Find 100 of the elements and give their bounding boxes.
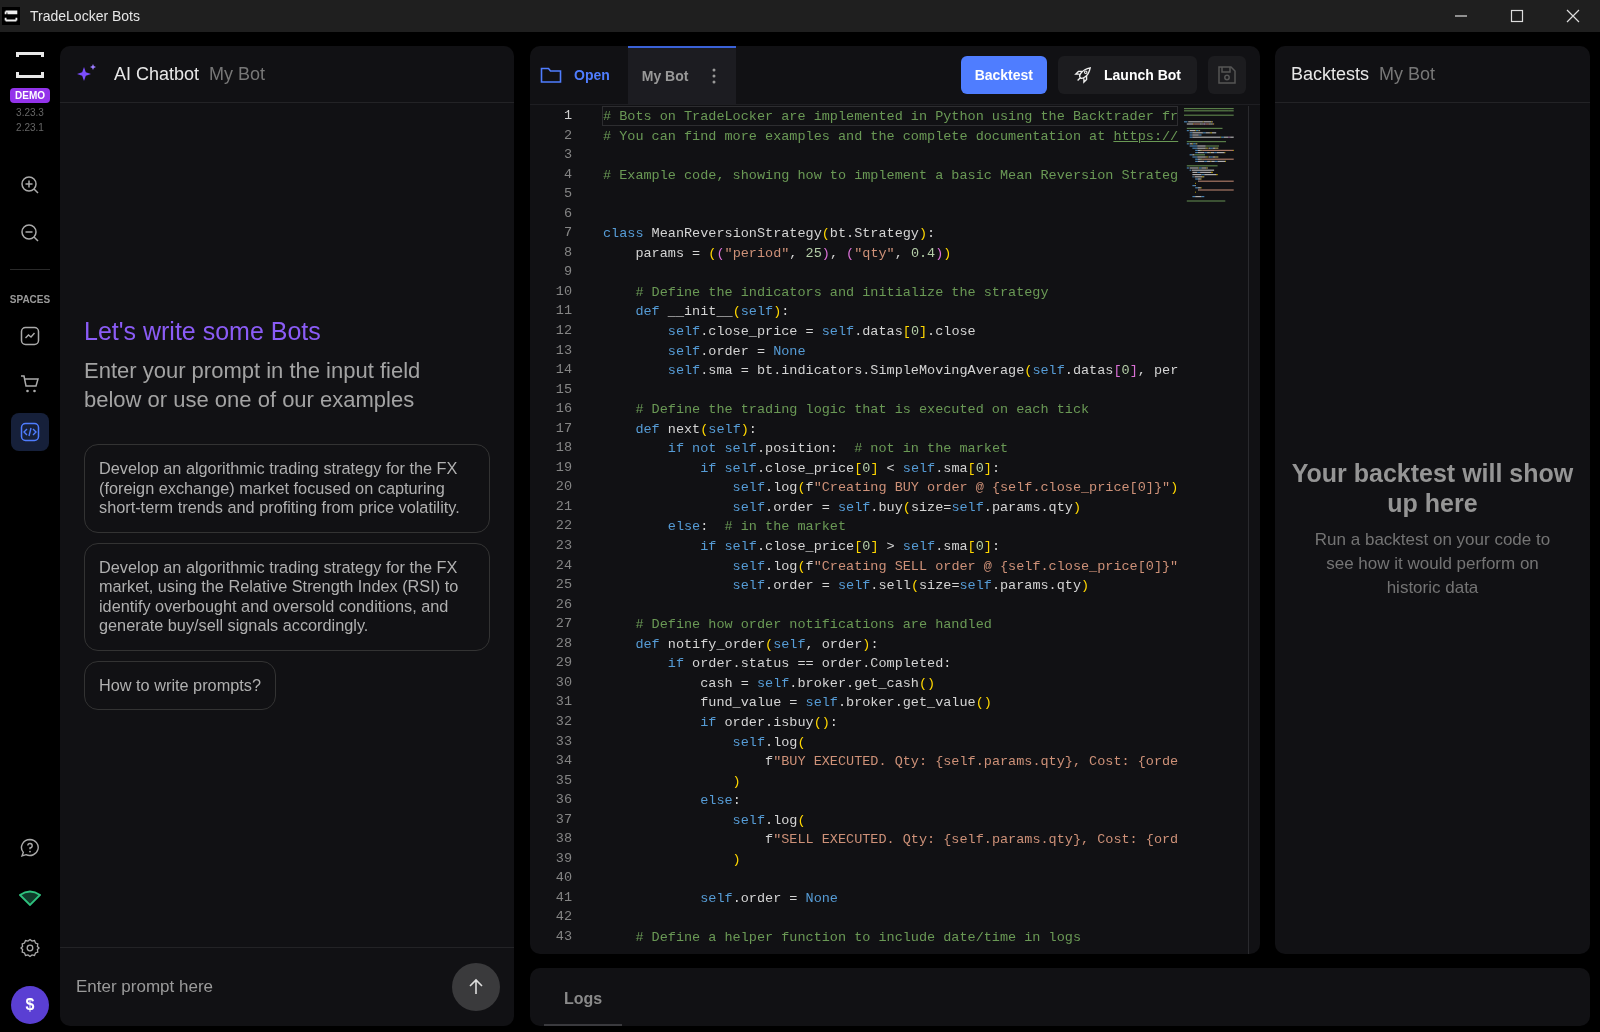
open-tab[interactable]: Open: [530, 46, 628, 104]
example-prompt[interactable]: How to write prompts?: [84, 660, 276, 710]
line-number: 31: [555, 693, 572, 712]
panel-subtitle: My Bot: [209, 63, 266, 85]
code-line: # Define the trading logic that is executed on each tick: [634, 401, 1090, 420]
code-line: def notify_order(self, order):: [634, 635, 879, 654]
code-line: if self.close_price[0] > self.sma[0]:: [699, 538, 1001, 557]
chart-icon: [20, 326, 40, 346]
code-line: fund_value = self.broker.get_value(): [699, 694, 992, 713]
line-number: 39: [555, 849, 572, 868]
line-number: 28: [555, 634, 572, 653]
code-line: self.log(: [731, 811, 806, 830]
line-number: 29: [555, 654, 572, 673]
diamond-icon[interactable]: [19, 890, 41, 906]
logo-icon: [15, 50, 45, 80]
line-number: 14: [555, 361, 572, 380]
code-line: else:: [699, 792, 741, 811]
section-label: SPACES: [9, 294, 51, 305]
code-line: f"SELL EXECUTED. Qty: {self.params.qty}, Cost: {ord: [764, 831, 1179, 850]
line-number: 25: [555, 576, 572, 595]
line-number: 24: [555, 556, 572, 575]
code-line: self.order = None: [699, 889, 838, 908]
line-number: 37: [555, 810, 572, 829]
code-line: self.log(: [731, 733, 806, 752]
code-line: ): [731, 772, 741, 791]
code-line: # Define how order notifications are handled: [634, 616, 992, 635]
help-icon[interactable]: [20, 838, 40, 858]
code-line: else: # in the market: [666, 518, 847, 537]
line-number: 17: [555, 419, 572, 438]
line-number: 40: [555, 869, 572, 888]
maximize-icon[interactable]: [1510, 9, 1524, 23]
demo-badge: DEMO: [10, 88, 50, 103]
line-number: 16: [555, 400, 572, 419]
line-number: 2: [563, 126, 572, 145]
line-number: 15: [555, 380, 572, 399]
code-line: self.log(f"Creating SELL order @ {self.close_price[0]}": [731, 557, 1179, 576]
code-line: self.log(f"Creating BUY order @ {self.close_price[0]}"): [731, 479, 1179, 498]
app-logo-icon: [2, 7, 20, 25]
more-icon[interactable]: [712, 68, 717, 84]
zoom-in-icon[interactable]: [20, 175, 40, 195]
file-tab[interactable]: My Bot: [627, 46, 737, 104]
panel-subtitle: My Bot: [1379, 63, 1436, 85]
line-number: 23: [555, 537, 572, 556]
version-label: 2.23.1: [16, 122, 44, 133]
code-line: if order.isbuy():: [699, 713, 838, 732]
code-line: class MeanReversionStrategy(bt.Strategy):: [603, 225, 936, 244]
code-line: # Define the indicators and initialize the strategy: [634, 283, 1049, 302]
empty-state-title: Your backtest will show up here: [1290, 457, 1575, 518]
code-line: ): [731, 850, 741, 869]
code-line: if order.status == order.Completed:: [666, 655, 952, 674]
settings-icon[interactable]: [20, 938, 40, 958]
line-number: 10: [555, 282, 572, 301]
prompt-field[interactable]: Enter prompt here: [74, 976, 452, 998]
account-button[interactable]: $: [11, 986, 49, 1024]
code-line: cash = self.broker.get_cash(): [699, 674, 936, 693]
line-number: 30: [555, 673, 572, 692]
logs-tab[interactable]: Logs: [544, 990, 623, 1026]
line-number: 18: [555, 439, 572, 458]
line-number: 36: [555, 791, 572, 810]
line-number: 19: [555, 458, 572, 477]
line-number: 11: [555, 302, 572, 321]
code-line: def __init__(self):: [634, 303, 790, 322]
line-number: 43: [555, 927, 572, 946]
line-number: 9: [563, 263, 572, 282]
example-prompt[interactable]: Develop an algorithmic trading strategy for the FX market, using the Relative Strength Index (RSI) to identify overbought and oversold conditions, and generate buy/sell signals accordingly.: [84, 542, 490, 651]
line-number: 22: [555, 517, 572, 536]
code-space-button[interactable]: [11, 413, 49, 451]
code-line: # You can find more examples and the complete documentation at https://: [603, 127, 1179, 146]
close-icon[interactable]: [1566, 9, 1580, 23]
zoom-out-icon[interactable]: [20, 223, 40, 243]
cart-icon: [20, 374, 40, 394]
line-number: 35: [555, 771, 572, 790]
line-number: 42: [555, 908, 572, 927]
line-number: 8: [563, 243, 572, 262]
line-number: 7: [563, 224, 572, 243]
line-number: 27: [555, 615, 572, 634]
line-number: 21: [555, 497, 572, 516]
line-number: 41: [555, 888, 572, 907]
panel-title: AI Chatbot: [114, 63, 200, 85]
backtest-button[interactable]: Backtest: [960, 56, 1047, 94]
empty-state-text: Run a backtest on your code to see how it would perform on historic data: [1313, 528, 1552, 599]
line-number: 4: [563, 165, 572, 184]
version-label: 3.23.3: [16, 107, 44, 118]
panel-title: Backtests: [1291, 63, 1370, 85]
example-prompt[interactable]: Develop an algorithmic trading strategy for the FX (foreign exchange) market focused on capturing short-term trends and profiting from price volatility.: [84, 444, 490, 533]
code-line: def next(self):: [634, 420, 757, 439]
code-line: params = (("period", 25), ("qty", 0.4)): [634, 244, 952, 263]
code-line: self.order = self.sell(size=self.params.qty): [731, 577, 1090, 596]
send-button[interactable]: [452, 963, 500, 1011]
welcome-text: Enter your prompt in the input field below or use one of our examples: [84, 357, 422, 414]
rocket-icon: [1074, 66, 1092, 84]
line-number: 20: [555, 478, 572, 497]
code-line: self.order = self.buy(size=self.params.qty): [731, 498, 1082, 517]
folder-icon: [540, 66, 562, 84]
line-number: 6: [563, 204, 572, 223]
line-number: 26: [555, 595, 572, 614]
launch-bot-button[interactable]: Launch Bot: [1058, 56, 1197, 94]
line-number: 34: [555, 752, 572, 771]
line-number: 13: [555, 341, 572, 360]
code-line: # Bots on TradeLocker are implemented in Python using the Backtrader fr: [603, 108, 1179, 126]
